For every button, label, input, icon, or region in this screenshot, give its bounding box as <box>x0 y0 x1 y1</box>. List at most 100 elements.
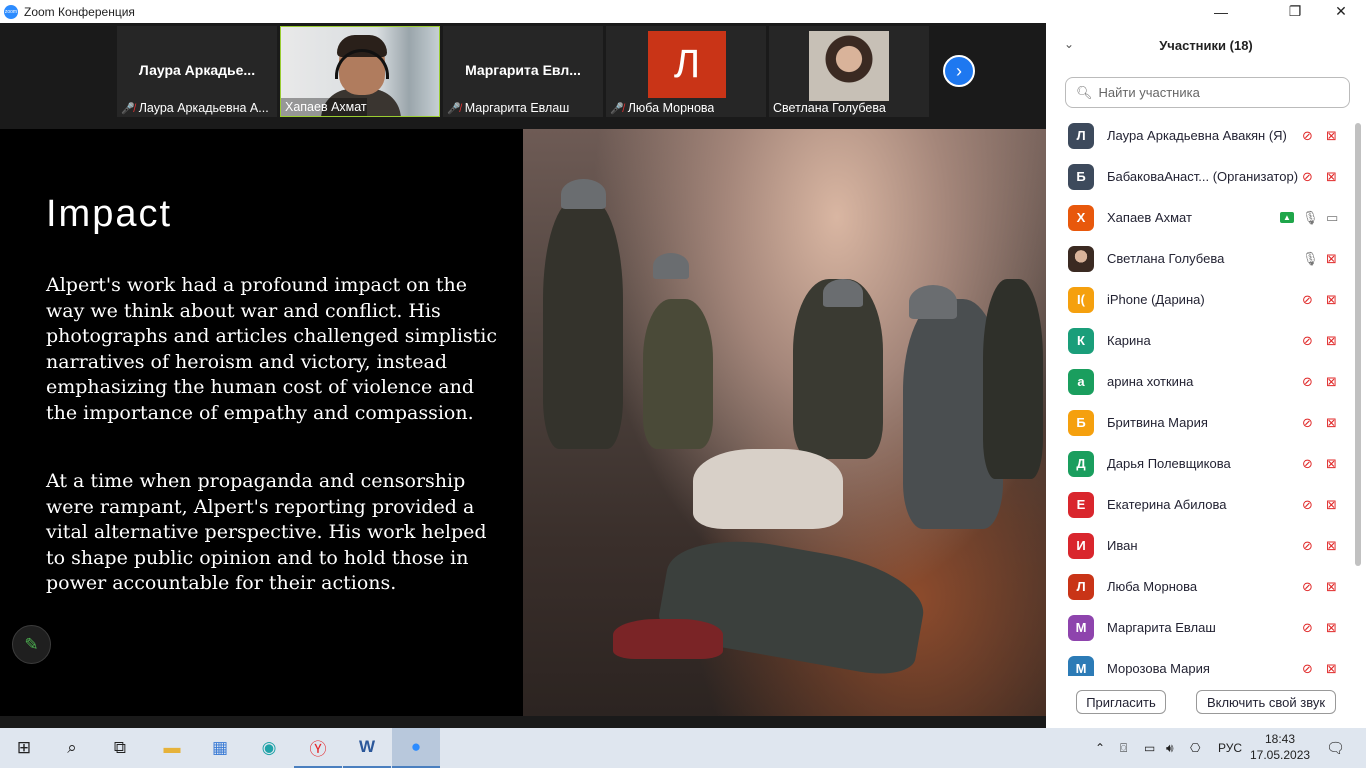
zoom-taskbar-icon[interactable]: ● <box>392 728 440 768</box>
annotate-pencil-icon[interactable]: ✎ <box>12 625 51 664</box>
mic-muted-icon[interactable]: ⊘ <box>1302 497 1313 513</box>
participant-row[interactable]: М Морозова Мария ⊘ ⊠ <box>1046 648 1354 676</box>
participant-name: Екатерина Абилова <box>1107 497 1227 512</box>
mic-muted-icon[interactable]: ⊘ <box>1302 128 1313 144</box>
participant-name: арина хоткина <box>1107 374 1194 389</box>
participant-row[interactable]: Е Екатерина Абилова ⊘ ⊠ <box>1046 484 1354 525</box>
participant-row[interactable]: Б БабаковаАнаст... (Организатор) ⊘ ⊠ <box>1046 156 1354 197</box>
avatar: Л <box>1068 122 1094 149</box>
participant-row[interactable]: Л Люба Морнова ⊘ ⊠ <box>1046 566 1354 607</box>
search-input[interactable] <box>1098 85 1329 100</box>
slide-paragraph: Alpert's work had a profound impact on t… <box>46 274 498 424</box>
clock[interactable]: 18:43 17.05.2023 <box>1250 731 1310 763</box>
taskbar: ⊞ ⌕ ⧉ ▬ ▦ ◉ Ⓨ W ● ⌃ ⌼ ▭ 🔊︎ ⎔ РУС 18:43 1… <box>0 728 1366 768</box>
video-icon[interactable]: ▭ <box>1326 210 1338 226</box>
participant-name: Морозова Мария <box>1107 661 1210 676</box>
tile-label: Люба Морнова <box>627 101 715 115</box>
participant-row[interactable]: Х Хапаев Ахмат ▲ 🎙︎ ▭ <box>1046 197 1354 238</box>
webcam-tray-icon[interactable]: ⌼ <box>1120 728 1127 768</box>
video-off-icon[interactable]: ⊠ <box>1326 661 1337 677</box>
mic-muted-icon[interactable]: ⊘ <box>1302 456 1313 472</box>
video-tile[interactable]: Маргарита Евл... 🎤̸ Маргарита Евлаш <box>443 26 603 117</box>
video-off-icon[interactable]: ⊠ <box>1326 456 1337 472</box>
file-explorer-icon[interactable]: ▬ <box>148 728 196 768</box>
avatar: К <box>1068 327 1094 354</box>
mic-muted-icon: 🎤̸ <box>121 102 135 115</box>
mic-muted-icon[interactable]: ⊘ <box>1302 579 1313 595</box>
close-button[interactable]: ✕ <box>1318 0 1364 23</box>
invite-button[interactable]: Пригласить <box>1076 690 1166 714</box>
mic-icon[interactable]: 🎙︎ <box>1302 251 1319 267</box>
mic-muted-icon[interactable]: ⊘ <box>1302 333 1313 349</box>
task-view-icon[interactable]: ⧉ <box>96 728 144 768</box>
mic-muted-icon[interactable]: ⊘ <box>1302 661 1313 677</box>
mic-muted-icon[interactable]: ⊘ <box>1302 538 1313 554</box>
video-tile[interactable]: Л 🎤̸ Люба Морнова <box>606 26 766 117</box>
unmute-button[interactable]: Включить свой звук <box>1196 690 1336 714</box>
participant-name: Хапаев Ахмат <box>1107 210 1192 225</box>
mic-muted-icon[interactable]: ⊘ <box>1302 620 1313 636</box>
participant-row[interactable]: Б Бритвина Мария ⊘ ⊠ <box>1046 402 1354 443</box>
participant-row[interactable]: Светлана Голубева 🎙︎ ⊠ <box>1046 238 1354 279</box>
notifications-icon[interactable]: 🗨︎ <box>1326 728 1345 768</box>
volume-icon[interactable]: 🔊︎ <box>1166 728 1174 768</box>
language-indicator[interactable]: РУС <box>1218 728 1242 768</box>
edge-browser-icon[interactable]: ◉ <box>245 728 293 768</box>
video-off-icon[interactable]: ⊠ <box>1326 169 1337 185</box>
tile-label: Хапаев Ахмат <box>285 100 367 114</box>
power-icon[interactable]: ▭ <box>1144 728 1155 768</box>
tile-label: Светлана Голубева <box>773 101 886 115</box>
participant-row[interactable]: И Иван ⊘ ⊠ <box>1046 525 1354 566</box>
avatar: I( <box>1068 286 1094 313</box>
network-icon[interactable]: ⎔ <box>1190 728 1200 768</box>
scrollbar[interactable] <box>1355 123 1361 566</box>
store-icon[interactable]: ▦ <box>196 728 244 768</box>
video-off-icon[interactable]: ⊠ <box>1326 415 1337 431</box>
participant-row[interactable]: Л Лаура Аркадьевна Авакян (Я) ⊘ ⊠ <box>1046 115 1354 156</box>
video-off-icon[interactable]: ⊠ <box>1326 251 1337 267</box>
participant-row[interactable]: I(iPhone (Дарина) ⊘ ⊠ <box>1046 279 1354 320</box>
participant-search[interactable]: 🔍︎ <box>1065 77 1350 108</box>
participant-name: Бритвина Мария <box>1107 415 1208 430</box>
video-off-icon[interactable]: ⊠ <box>1326 128 1337 144</box>
yandex-browser-icon[interactable]: Ⓨ <box>294 728 342 768</box>
word-icon[interactable]: W <box>343 728 391 768</box>
participant-name: Лаура Аркадьевна Авакян (Я) <box>1107 128 1287 143</box>
minimize-button[interactable]: — <box>1198 0 1244 23</box>
mic-muted-icon[interactable]: ⊘ <box>1302 374 1313 390</box>
participant-row[interactable]: М Маргарита Евлаш ⊘ ⊠ <box>1046 607 1354 648</box>
search-icon[interactable]: ⌕ <box>48 728 96 768</box>
video-off-icon[interactable]: ⊠ <box>1326 292 1337 308</box>
video-off-icon[interactable]: ⊠ <box>1326 374 1337 390</box>
video-off-icon[interactable]: ⊠ <box>1326 497 1337 513</box>
avatar: Е <box>1068 491 1094 518</box>
shared-slide: Impact Alpert's work had a profound impa… <box>0 129 1046 716</box>
tile-name: Маргарита Евл... <box>465 62 581 78</box>
video-off-icon[interactable]: ⊠ <box>1326 333 1337 349</box>
video-tile[interactable]: Хапаев Ахмат <box>280 26 440 117</box>
video-tile[interactable]: Лаура Аркадье... 🎤̸ Лаура Аркадьевна А... <box>117 26 277 117</box>
participant-row[interactable]: а арина хоткина ⊘ ⊠ <box>1046 361 1354 402</box>
participant-row[interactable]: Д Дарья Полевщикова ⊘ ⊠ <box>1046 443 1354 484</box>
participant-row[interactable]: К Карина ⊘ ⊠ <box>1046 320 1354 361</box>
zoom-app-icon: zoom <box>4 4 18 19</box>
participant-name: Карина <box>1107 333 1151 348</box>
windows-start-icon[interactable]: ⊞ <box>0 728 48 768</box>
avatar: а <box>1068 368 1094 395</box>
mic-icon[interactable]: 🎙︎ <box>1302 210 1319 226</box>
avatar: Л <box>648 31 726 98</box>
mic-muted-icon[interactable]: ⊘ <box>1302 292 1313 308</box>
mic-muted-icon[interactable]: ⊘ <box>1302 415 1313 431</box>
maximize-button[interactable]: ❐ <box>1272 0 1318 23</box>
next-page-arrow-icon[interactable]: › <box>943 55 975 87</box>
participant-name: Иван <box>1107 538 1138 553</box>
video-off-icon[interactable]: ⊠ <box>1326 579 1337 595</box>
video-off-icon[interactable]: ⊠ <box>1326 620 1337 636</box>
video-tile[interactable]: Светлана Голубева <box>769 26 929 117</box>
participant-name: Люба Морнова <box>1107 579 1198 594</box>
mic-muted-icon[interactable]: ⊘ <box>1302 169 1313 185</box>
video-off-icon[interactable]: ⊠ <box>1326 538 1337 554</box>
slide-heading: Impact <box>46 193 173 235</box>
participant-name: Светлана Голубева <box>1107 251 1225 266</box>
show-hidden-icons-icon[interactable]: ⌃ <box>1095 728 1105 768</box>
